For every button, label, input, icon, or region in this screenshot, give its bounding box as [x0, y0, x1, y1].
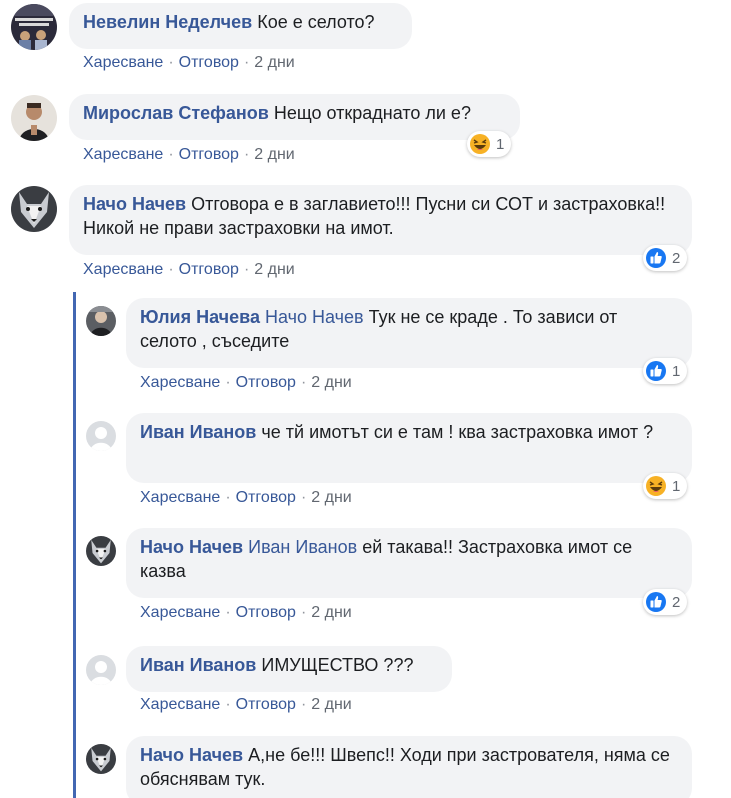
reply-author[interactable]: Начо Начев	[140, 537, 243, 557]
reply-author[interactable]: Начо Начев	[140, 745, 243, 765]
reply-bubble: Юлия Начева Начо Начев Тук не се краде .…	[126, 298, 692, 368]
like-button[interactable]: Харесване	[140, 489, 220, 506]
like-button[interactable]: Харесване	[83, 54, 163, 71]
comment-bubble: Мирослав Стефанов Нещо откраднато ли е?	[69, 94, 520, 140]
avatar[interactable]	[11, 4, 57, 50]
wolf-avatar-icon	[86, 744, 116, 774]
comment-text: Нещо откраднато ли е?	[273, 103, 471, 123]
reply-button[interactable]: Отговор	[236, 604, 296, 621]
reply-author[interactable]: Иван Иванов	[140, 655, 256, 675]
haha-reaction-icon	[469, 133, 491, 155]
reply-timestamp[interactable]: 2 дни	[311, 696, 351, 713]
reply-actions: Харесване · Отговор · 2 дни	[140, 696, 352, 713]
wolf-avatar-icon	[86, 536, 116, 566]
reply-button[interactable]: Отговор	[236, 374, 296, 391]
reply-actions: Харесване · Отговор · 2 дни	[140, 604, 352, 621]
like-button[interactable]: Харесване	[83, 146, 163, 163]
default-avatar-icon	[86, 421, 116, 451]
reply-text: че тй имотът си е там ! ква застраховка …	[261, 422, 654, 442]
haha-reaction-icon	[645, 475, 667, 497]
like-reaction-icon	[645, 247, 667, 269]
comment-author[interactable]: Мирослав Стефанов	[83, 103, 269, 123]
reply-bubble: Иван Иванов ИМУЩЕСТВО ???	[126, 646, 452, 692]
like-button[interactable]: Харесване	[83, 261, 163, 278]
avatar[interactable]	[86, 421, 116, 451]
reply-actions: Харесване · Отговор · 2 дни	[140, 374, 352, 391]
reply-timestamp[interactable]: 2 дни	[311, 374, 351, 391]
avatar[interactable]	[86, 655, 116, 685]
reply-text: ИМУЩЕСТВО ???	[261, 655, 414, 675]
reply-author[interactable]: Юлия Начева	[140, 307, 260, 327]
reaction-badge[interactable]: 1	[643, 473, 688, 499]
comment-bubble: Невелин Неделчев Кое е селото?	[69, 3, 412, 49]
avatar[interactable]	[11, 186, 57, 232]
reply-bubble: Начо Начев А,не бе!!! Швепс!! Ходи при з…	[126, 736, 692, 798]
mentioned-user-link[interactable]: Начо Начев	[265, 307, 364, 327]
reaction-count: 2	[672, 593, 681, 611]
reply-actions: Харесване · Отговор · 2 дни	[140, 489, 352, 506]
reply-button[interactable]: Отговор	[179, 146, 239, 163]
like-button[interactable]: Харесване	[140, 696, 220, 713]
reaction-count: 1	[672, 362, 681, 380]
reaction-count: 1	[672, 477, 681, 495]
reaction-badge[interactable]: 2	[643, 589, 688, 615]
mentioned-user-link[interactable]: Иван Иванов	[248, 537, 357, 557]
reply-button[interactable]: Отговор	[236, 489, 296, 506]
avatar[interactable]	[86, 536, 116, 566]
comment-actions: Харесване · Отговор · 2 дни	[83, 146, 295, 163]
comment-text: Кое е селото?	[257, 12, 375, 32]
comment-actions: Харесване · Отговор · 2 дни	[83, 54, 295, 71]
like-reaction-icon	[645, 360, 667, 382]
reply-bubble: Начо Начев Иван Иванов ей такава!! Застр…	[126, 528, 692, 598]
profile-photo-icon	[11, 4, 57, 50]
avatar[interactable]	[86, 306, 116, 336]
wolf-avatar-icon	[11, 186, 57, 232]
default-avatar-icon	[86, 655, 116, 685]
reply-button[interactable]: Отговор	[236, 696, 296, 713]
reply-bubble: Иван Иванов че тй имотът си е там ! ква …	[126, 413, 692, 483]
reaction-badge[interactable]: 1	[467, 131, 512, 157]
reaction-count: 2	[672, 249, 681, 267]
like-button[interactable]: Харесване	[140, 374, 220, 391]
comment-bubble: Начо Начев Отговора е в заглавието!!! Пу…	[69, 185, 692, 255]
like-button[interactable]: Харесване	[140, 604, 220, 621]
reply-timestamp[interactable]: 2 дни	[311, 489, 351, 506]
reaction-badge[interactable]: 2	[643, 245, 688, 271]
avatar[interactable]	[86, 744, 116, 774]
profile-photo-icon	[11, 95, 57, 141]
comment-timestamp[interactable]: 2 дни	[254, 261, 294, 278]
avatar[interactable]	[11, 95, 57, 141]
reply-button[interactable]: Отговор	[179, 54, 239, 71]
comment-author[interactable]: Начо Начев	[83, 194, 186, 214]
reaction-badge[interactable]: 1	[643, 358, 688, 384]
reply-button[interactable]: Отговор	[179, 261, 239, 278]
like-reaction-icon	[645, 591, 667, 613]
comment-author[interactable]: Невелин Неделчев	[83, 12, 252, 32]
comment-timestamp[interactable]: 2 дни	[254, 54, 294, 71]
reaction-count: 1	[496, 135, 505, 153]
reply-timestamp[interactable]: 2 дни	[311, 604, 351, 621]
comment-timestamp[interactable]: 2 дни	[254, 146, 294, 163]
reply-thread-line	[73, 292, 76, 798]
reply-author[interactable]: Иван Иванов	[140, 422, 256, 442]
profile-photo-icon	[86, 306, 116, 336]
comment-actions: Харесване · Отговор · 2 дни	[83, 261, 295, 278]
